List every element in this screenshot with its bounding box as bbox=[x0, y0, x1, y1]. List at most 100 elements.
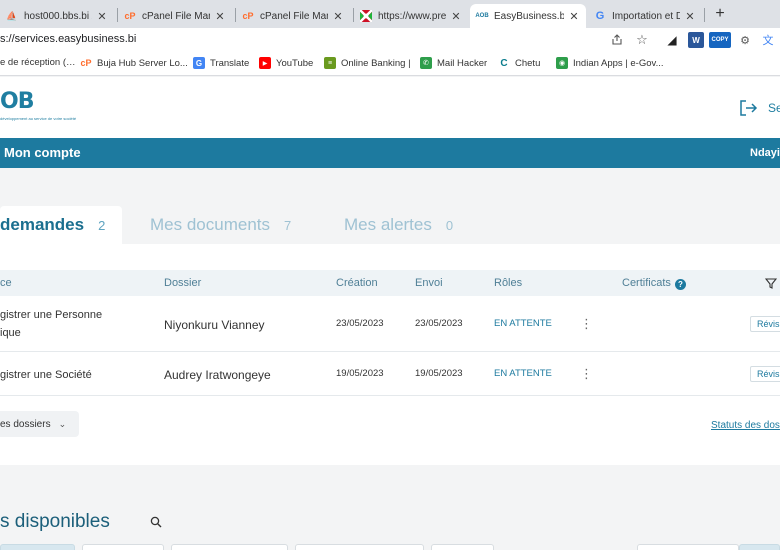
close-icon[interactable]: ✕ bbox=[332, 10, 344, 23]
bookmark-label: YouTube bbox=[276, 57, 314, 69]
table-row[interactable]: gistrer une Personne ique Niyonkuru Vian… bbox=[0, 296, 780, 352]
browser-tab[interactable]: https://www.pres ✕ bbox=[354, 4, 468, 28]
bookmark-label: Buja Hub Server Lo... bbox=[97, 57, 188, 69]
browser-tab-label: https://www.pres bbox=[378, 10, 446, 22]
filter-chip[interactable] bbox=[171, 544, 288, 550]
bookmark-item[interactable]: ▶ YouTube bbox=[259, 57, 313, 69]
filter-chip[interactable] bbox=[0, 544, 75, 550]
share-icon[interactable] bbox=[609, 32, 625, 48]
tab-label: demandes bbox=[0, 215, 85, 234]
close-icon[interactable]: ✕ bbox=[450, 10, 462, 23]
status-badge: EN ATTENTE bbox=[494, 318, 552, 329]
tab-separator bbox=[704, 8, 705, 22]
filter-chip[interactable] bbox=[295, 544, 424, 550]
new-tab-button[interactable]: + bbox=[712, 4, 728, 24]
column-procedure[interactable]: ce bbox=[0, 277, 12, 289]
bookmark-label: Online Banking | bbox=[341, 57, 411, 69]
flag-icon bbox=[360, 10, 372, 22]
bookmark-item[interactable]: ≡ Online Banking | bbox=[324, 57, 411, 69]
user-name[interactable]: Ndayi bbox=[750, 147, 780, 159]
column-envoi[interactable]: Envoi bbox=[415, 277, 443, 289]
youtube-icon: ▶ bbox=[259, 57, 271, 69]
logo-tagline: développement au service de votre sociét… bbox=[0, 116, 77, 121]
copy-icon[interactable]: COPY bbox=[709, 32, 731, 48]
statuts-link[interactable]: Statuts des dos bbox=[711, 420, 780, 431]
table-row[interactable]: gistrer une Société Audrey Iratwongeye 1… bbox=[0, 352, 780, 396]
revision-button[interactable]: Révisi bbox=[750, 366, 780, 382]
row-creation: 23/05/2023 bbox=[336, 318, 384, 329]
chetu-icon: C bbox=[500, 57, 508, 69]
browser-tab[interactable]: G Importation et D ✕ bbox=[588, 4, 702, 28]
filter-chip[interactable] bbox=[637, 544, 739, 550]
browser-tab[interactable]: cP cPanel File Mana ✕ bbox=[118, 4, 232, 28]
column-dossier[interactable]: Dossier bbox=[164, 277, 201, 289]
revision-button[interactable]: Révisi bbox=[750, 316, 780, 332]
row-creation: 19/05/2023 bbox=[336, 368, 384, 379]
bookmark-item[interactable]: C Chetu bbox=[498, 57, 540, 69]
browser-tab-active[interactable]: AOB EasyBusiness.bi ✕ bbox=[470, 4, 586, 28]
browser-tab[interactable]: cP cPanel File Mana ✕ bbox=[236, 4, 350, 28]
sign-out-icon[interactable] bbox=[738, 98, 758, 118]
column-certificats[interactable]: Certificats? bbox=[622, 277, 686, 290]
filter-chip[interactable] bbox=[431, 544, 494, 550]
sign-out-link[interactable]: Se bbox=[768, 101, 780, 115]
column-certificats-label: Certificats bbox=[622, 277, 671, 289]
site-header: OB développement au service de votre soc… bbox=[0, 77, 780, 138]
section-title: s disponibles bbox=[0, 511, 110, 532]
tab-alertes[interactable]: Mes alertes 0 bbox=[344, 206, 453, 244]
dossiers-label: es dossiers bbox=[0, 418, 51, 430]
bookmark-label: Indian Apps | e-Gov... bbox=[573, 57, 664, 69]
dossiers-dropdown[interactable]: es dossiers ⌄ bbox=[0, 411, 79, 437]
status-badge: EN ATTENTE bbox=[494, 368, 552, 379]
cpanel-icon: cP bbox=[124, 11, 136, 21]
close-icon[interactable]: ✕ bbox=[684, 10, 696, 23]
browser-tab-label: cPanel File Mana bbox=[260, 10, 328, 22]
close-icon[interactable]: ✕ bbox=[568, 10, 580, 23]
help-icon[interactable]: ? bbox=[674, 279, 686, 290]
tab-demandes[interactable]: demandes 2 bbox=[0, 206, 122, 244]
row-procedure: gistrer une Société bbox=[0, 369, 92, 381]
column-roles[interactable]: Rôles bbox=[494, 277, 522, 289]
search-icon[interactable] bbox=[150, 516, 162, 528]
close-icon[interactable]: ✕ bbox=[214, 10, 226, 23]
more-options-icon[interactable]: ⋮ bbox=[580, 367, 593, 380]
account-banner: Mon compte Ndayi bbox=[0, 138, 780, 168]
more-options-icon[interactable]: ⋮ bbox=[580, 317, 593, 330]
url-field[interactable]: s://services.easybusiness.bi bbox=[0, 33, 136, 45]
bookmark-item[interactable]: e de réception (… bbox=[0, 57, 76, 68]
row-procedure: gistrer une Personne ique bbox=[0, 309, 103, 339]
filter-icon[interactable] bbox=[765, 277, 777, 289]
extension-icon[interactable]: ◢ bbox=[664, 32, 680, 48]
row-dossier: Audrey Iratwongeye bbox=[164, 368, 271, 382]
bookmark-item[interactable]: cP Buja Hub Server Lo... bbox=[80, 57, 188, 69]
word-icon[interactable]: W bbox=[688, 32, 704, 48]
easybusiness-icon: AOB bbox=[475, 13, 489, 19]
tab-documents[interactable]: Mes documents 7 bbox=[150, 206, 291, 244]
tab-count: 0 bbox=[445, 217, 454, 233]
phone-icon: ✆ bbox=[420, 57, 432, 69]
filter-chip[interactable] bbox=[739, 544, 780, 550]
tab-count: 7 bbox=[284, 217, 292, 233]
address-bar: s://services.easybusiness.bi ☆ ◢ W COPY … bbox=[0, 28, 780, 52]
page-title: Mon compte bbox=[4, 145, 81, 160]
gear-icon[interactable]: ⚙ bbox=[737, 32, 753, 48]
table-header: ce Dossier Création Envoi Rôles Certific… bbox=[0, 270, 780, 296]
bookmark-label: Translate bbox=[210, 57, 250, 69]
site-logo[interactable]: OB développement au service de votre soc… bbox=[0, 89, 76, 129]
bookmark-item[interactable]: ◉ Indian Apps | e-Gov... bbox=[556, 57, 663, 69]
row-envoi: 23/05/2023 bbox=[415, 318, 463, 329]
account-tabs: demandes 2 Mes documents 7 Mes alertes 0 bbox=[0, 206, 780, 244]
tab-label: Mes alertes bbox=[344, 215, 432, 234]
star-icon[interactable]: ☆ bbox=[634, 32, 650, 48]
bookmark-item[interactable]: G Translate bbox=[193, 57, 249, 69]
browser-tab-label: cPanel File Mana bbox=[142, 10, 210, 22]
logo-mark: OB bbox=[0, 89, 34, 114]
close-icon[interactable]: ✕ bbox=[96, 10, 108, 23]
requests-card: ce Dossier Création Envoi Rôles Certific… bbox=[0, 244, 780, 465]
column-creation[interactable]: Création bbox=[336, 277, 378, 289]
browser-tab[interactable]: ⛵ host000.bbs.bi / l ✕ bbox=[0, 4, 114, 28]
translate-icon[interactable]: 文 bbox=[760, 32, 776, 48]
bookmark-item[interactable]: ✆ Mail Hacker bbox=[420, 57, 487, 69]
filter-chip[interactable] bbox=[82, 544, 164, 550]
bookmark-label: e de réception (… bbox=[0, 57, 76, 68]
